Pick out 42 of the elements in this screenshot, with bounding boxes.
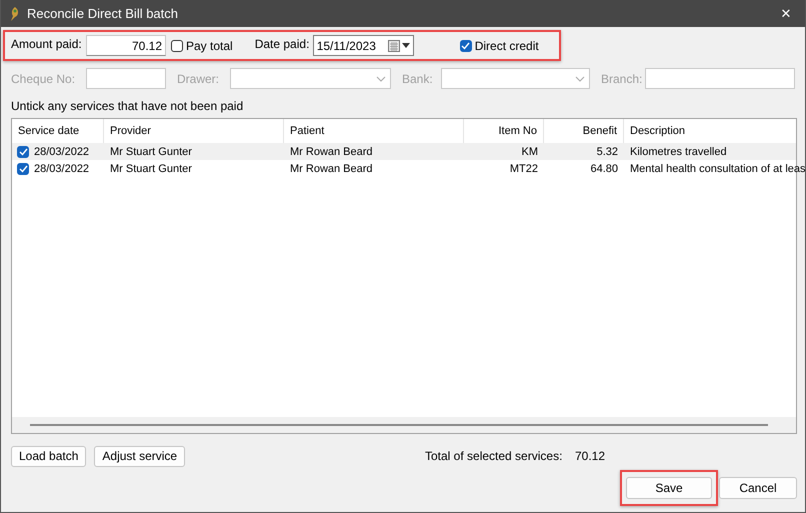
field-label: Date paid: bbox=[254, 37, 310, 51]
table-cell: Mr Rowan Beard bbox=[290, 162, 373, 174]
checkbox[interactable] bbox=[17, 146, 29, 158]
field-label: Amount paid: bbox=[11, 37, 83, 51]
calendar-icon bbox=[388, 40, 400, 52]
table-cell: KM bbox=[522, 146, 538, 158]
caret-icon bbox=[402, 43, 410, 48]
field-label: Drawer: bbox=[177, 72, 220, 86]
table-cell: 28/03/2022 bbox=[34, 146, 90, 158]
table-cell: MT22 bbox=[510, 162, 538, 174]
field-label: Bank: bbox=[402, 72, 434, 86]
table-cell: 5.32 bbox=[596, 146, 618, 158]
checkbox[interactable] bbox=[171, 40, 183, 52]
chevron-icon bbox=[575, 76, 585, 82]
scrollbar[interactable] bbox=[12, 417, 796, 433]
total-value: 70.12 bbox=[575, 449, 606, 463]
chevron-icon bbox=[376, 76, 386, 82]
table-cell: Mr Stuart Gunter bbox=[110, 162, 192, 174]
cancel-button[interactable]: Cancel bbox=[719, 477, 797, 499]
table-cell: Mental health consultation of at leas bbox=[630, 162, 805, 174]
action-button[interactable]: Adjust service bbox=[94, 446, 186, 466]
save-button[interactable]: Save bbox=[626, 477, 712, 499]
table-cell: Kilometres travelled bbox=[630, 146, 727, 158]
table-cell: 28/03/2022 bbox=[34, 162, 90, 174]
date-picker[interactable]: 15/11/2023 bbox=[312, 35, 414, 56]
field-label: Branch: bbox=[601, 72, 644, 86]
table-row[interactable]: 28/03/2022 Mr Stuart Gunter Mr Rowan Beard KM 5.32 Kilometres travelled bbox=[12, 143, 796, 160]
checkbox[interactable] bbox=[460, 40, 472, 52]
total-label: Total of selected services: bbox=[425, 449, 564, 463]
action-button[interactable]: Load batch bbox=[11, 446, 86, 466]
amount-field[interactable]: 70.12 bbox=[86, 35, 166, 56]
checkbox-label: Direct credit bbox=[474, 38, 539, 52]
checkbox-label: Pay total bbox=[186, 38, 233, 52]
window-title: Reconcile Direct Bill batch bbox=[27, 6, 180, 21]
instruction-text: Untick any services that have not been paid bbox=[11, 99, 244, 113]
table-cell: Mr Stuart Gunter bbox=[110, 146, 192, 158]
scroll-thumb[interactable] bbox=[30, 424, 768, 426]
table-cell: Mr Rowan Beard bbox=[290, 146, 373, 158]
field-label: Cheque No: bbox=[11, 72, 76, 86]
table-cell: 64.80 bbox=[590, 162, 618, 174]
checkbox[interactable] bbox=[17, 162, 29, 174]
close-button[interactable]: ✕ bbox=[771, 6, 801, 21]
